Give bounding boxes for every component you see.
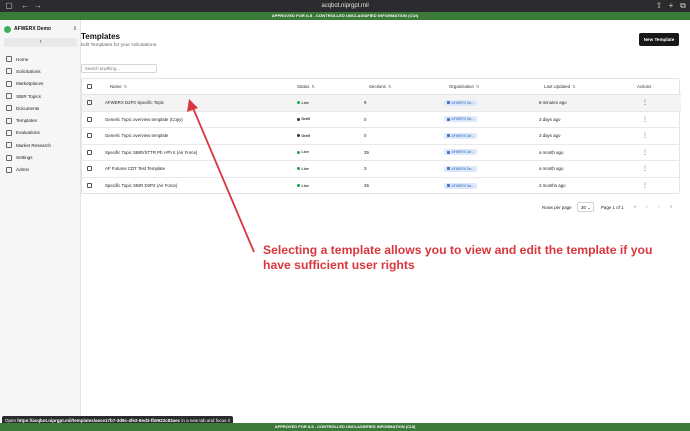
classification-banner-bottom: APPROVED FOR IL5 - CONTROLLED UNCLASSIFI…: [0, 423, 690, 431]
arrow-head: [187, 99, 198, 112]
annotation-arrow: [187, 99, 255, 253]
arrow-line: [192, 107, 255, 253]
annotation-text: Selecting a template allows you to view …: [263, 243, 653, 272]
